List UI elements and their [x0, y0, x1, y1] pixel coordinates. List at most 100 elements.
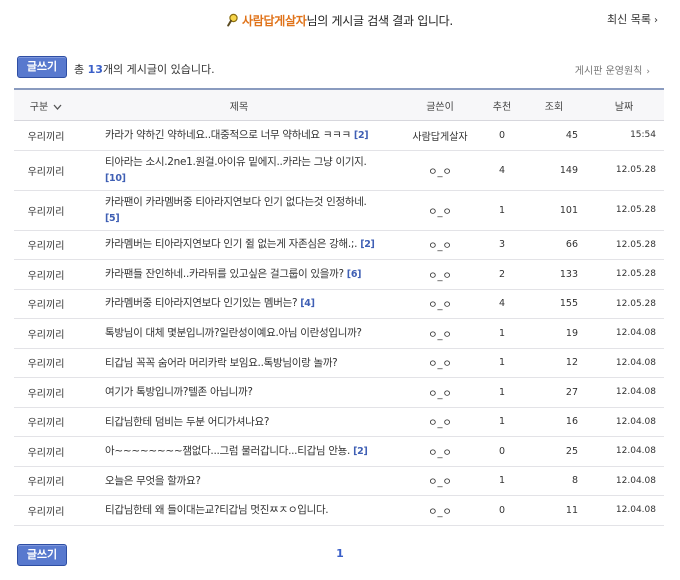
post-title-link[interactable]: 티갑님한테 덤비는 두분 어디가셔나요?	[105, 416, 269, 428]
post-author[interactable]: ㅇ_ㅇ	[400, 318, 480, 349]
post-category: 우리끼리	[14, 407, 78, 437]
post-title-link[interactable]: 톡방님이 대체 몇분입니까?일란성이예요.아님 이란성입니까?	[105, 327, 362, 339]
post-author[interactable]: ㅇ_ㅇ	[400, 348, 480, 378]
post-view-count: 27	[524, 377, 584, 408]
post-title-link[interactable]: 티아라는 소시.2ne1.원걸.아이유 밑에지..카라는 그냥 이기지.	[105, 156, 367, 168]
search-result-title: 사람답게살자님의 게시글 검색 결과 입니다.	[0, 12, 680, 30]
post-view-count: 16	[524, 407, 584, 437]
comment-count[interactable]: [6]	[347, 269, 362, 280]
post-category: 우리끼리	[14, 289, 78, 319]
post-recommend-count: 1	[480, 407, 524, 437]
post-category: 우리끼리	[14, 466, 78, 496]
post-title-cell: 카라가 약하긴 약하네요..대중적으로 너무 약하네요 ㅋㅋㅋ [2]	[78, 120, 400, 151]
post-recommend-count: 1	[480, 318, 524, 349]
post-title-cell: 여기가 톡방입니까?텔존 아닙니까?	[78, 377, 400, 408]
post-view-count: 149	[524, 150, 584, 191]
post-title-cell: 티갑님한테 왜 들이대는교?티갑님 멋진ㅉㅈㅇ입니다.	[78, 495, 400, 526]
table-row: 우리끼리 카라가 약하긴 약하네요..대중적으로 너무 약하네요 ㅋㅋㅋ [2] 사람…	[14, 120, 664, 151]
post-date: 15:54	[584, 120, 664, 151]
post-title-cell: 티갑님한테 덤비는 두분 어디가셔나요?	[78, 407, 400, 437]
comment-count[interactable]: [2]	[354, 130, 369, 141]
chevron-right-icon: ›	[646, 67, 650, 77]
pagination: 1	[0, 547, 680, 560]
top-bar: 사람답게살자님의 게시글 검색 결과 입니다. 최신 목록 ›	[0, 0, 680, 40]
post-date: 12.04.08	[584, 436, 664, 467]
post-category: 우리끼리	[14, 190, 78, 231]
post-recommend-count: 2	[480, 259, 524, 290]
post-recommend-count: 1	[480, 190, 524, 231]
post-title-cell: 카라팬이 카라멤버중 티아라지연보다 인기 없다는것 인정하네. [5]	[78, 190, 400, 231]
post-date: 12.05.28	[584, 259, 664, 290]
chevron-down-icon	[53, 103, 62, 113]
post-date: 12.05.28	[584, 150, 664, 191]
board-policy-link[interactable]: 게시판 운영원칙 ›	[575, 62, 650, 77]
table-row: 우리끼리 티아라는 소시.2ne1.원걸.아이유 밑에지..카라는 그냥 이기지.…	[14, 150, 664, 191]
post-title-link[interactable]: 카라가 약하긴 약하네요..대중적으로 너무 약하네요 ㅋㅋㅋ	[105, 129, 351, 141]
post-date: 12.04.08	[584, 466, 664, 496]
count-suffix: 개의 게시글이 있습니다.	[102, 63, 215, 76]
category-column-header[interactable]: 구분	[14, 89, 78, 121]
post-category: 우리끼리	[14, 120, 78, 151]
post-recommend-count: 0	[480, 120, 524, 151]
post-recommend-count: 3	[480, 230, 524, 260]
post-title-cell: 아~~~~~~~~잼없다...그럼 물러갑니다...티갑님 안뇽. [2]	[78, 436, 400, 467]
page-link-1[interactable]: 1	[336, 547, 344, 560]
post-date: 12.04.08	[584, 377, 664, 408]
post-recommend-count: 0	[480, 495, 524, 526]
author-nickname[interactable]: 사람답게살자	[242, 14, 307, 28]
post-author[interactable]: ㅇ_ㅇ	[400, 190, 480, 231]
post-title-link[interactable]: 카라멤버는 티아라지연보다 인기 쥘 없는게 자존심은 강해.;.	[105, 238, 357, 250]
post-date: 12.04.08	[584, 495, 664, 526]
table-row: 우리끼리 아~~~~~~~~잼없다...그럼 물러갑니다...티갑님 안뇽. [2]…	[14, 436, 664, 467]
post-title-cell: 카라팬들 잔인하네..카라뒤를 있고싶은 걸그룹이 있을까? [6]	[78, 259, 400, 290]
date-column-header: 날짜	[584, 89, 664, 121]
post-title-link[interactable]: 카라팬들 잔인하네..카라뒤를 있고싶은 걸그룹이 있을까?	[105, 268, 344, 280]
post-title-link[interactable]: 카라멤버중 티아라지연보다 인기있는 멤버는?	[105, 297, 298, 309]
latest-list-link[interactable]: 최신 목록 ›	[607, 11, 658, 27]
post-date: 12.05.28	[584, 289, 664, 319]
search-title-suffix: 님의 게시글 검색 결과 입니다.	[306, 14, 453, 28]
table-row: 우리끼리 카라팬들 잔인하네..카라뒤를 있고싶은 걸그룹이 있을까? [6] ㅇ_ㅇ…	[14, 259, 664, 290]
comment-count[interactable]: [5]	[105, 213, 120, 224]
post-view-count: 25	[524, 436, 584, 467]
table-row: 우리끼리 카라팬이 카라멤버중 티아라지연보다 인기 없다는것 인정하네. [5] ㅇ…	[14, 190, 664, 231]
magnifier-icon	[227, 13, 239, 30]
post-author[interactable]: ㅇ_ㅇ	[400, 230, 480, 260]
write-button-top[interactable]: 글쓰기	[17, 56, 67, 78]
post-author[interactable]: ㅇ_ㅇ	[400, 377, 480, 408]
post-author[interactable]: ㅇ_ㅇ	[400, 289, 480, 319]
latest-list-label: 최신 목록	[607, 13, 651, 26]
post-title-link[interactable]: 티갑님 꼭꼭 숨어라 머리카락 보임요..톡방님이랑 놀까?	[105, 357, 338, 369]
post-author[interactable]: ㅇ_ㅇ	[400, 150, 480, 191]
post-author[interactable]: ㅇ_ㅇ	[400, 436, 480, 467]
post-recommend-count: 0	[480, 436, 524, 467]
post-title-link[interactable]: 오늘은 무엇을 할까요?	[105, 475, 201, 487]
post-title-link[interactable]: 카라팬이 카라멤버중 티아라지연보다 인기 없다는것 인정하네.	[105, 196, 367, 208]
post-view-count: 19	[524, 318, 584, 349]
post-author[interactable]: ㅇ_ㅇ	[400, 407, 480, 437]
comment-count[interactable]: [2]	[360, 239, 375, 250]
post-view-count: 101	[524, 190, 584, 231]
post-category: 우리끼리	[14, 495, 78, 526]
comment-count[interactable]: [4]	[300, 298, 315, 309]
table-row: 우리끼리 카라멤버는 티아라지연보다 인기 쥘 없는게 자존심은 강해.;. [2]…	[14, 230, 664, 260]
table-row: 우리끼리 오늘은 무엇을 할까요? ㅇ_ㅇ 1 8 12.04.08	[14, 466, 664, 496]
post-date: 12.04.08	[584, 318, 664, 349]
post-title-cell: 카라멤버중 티아라지연보다 인기있는 멤버는? [4]	[78, 289, 400, 319]
post-count-text: 총 13개의 게시글이 있습니다.	[74, 61, 215, 77]
post-author[interactable]: ㅇ_ㅇ	[400, 495, 480, 526]
post-author[interactable]: ㅇ_ㅇ	[400, 466, 480, 496]
comment-count[interactable]: [2]	[353, 446, 368, 457]
post-view-count: 8	[524, 466, 584, 496]
board-policy-label: 게시판 운영원칙	[574, 66, 643, 77]
post-author[interactable]: ㅇ_ㅇ	[400, 259, 480, 290]
post-list: 우리끼리 카라가 약하긴 약하네요..대중적으로 너무 약하네요 ㅋㅋㅋ [2] 사람…	[14, 120, 664, 526]
post-title-link[interactable]: 티갑님한테 왜 들이대는교?티갑님 멋진ㅉㅈㅇ입니다.	[105, 504, 329, 516]
post-author[interactable]: 사람답게살자	[400, 120, 480, 151]
post-view-count: 133	[524, 259, 584, 290]
post-title-link[interactable]: 여기가 톡방입니까?텔존 아닙니까?	[105, 386, 253, 398]
post-category: 우리끼리	[14, 318, 78, 349]
post-title-link[interactable]: 아~~~~~~~~잼없다...그럼 물러갑니다...티갑님 안뇽.	[105, 445, 350, 457]
comment-count[interactable]: [10]	[105, 173, 126, 184]
table-row: 우리끼리 카라멤버중 티아라지연보다 인기있는 멤버는? [4] ㅇ_ㅇ 4 155 12.…	[14, 289, 664, 319]
